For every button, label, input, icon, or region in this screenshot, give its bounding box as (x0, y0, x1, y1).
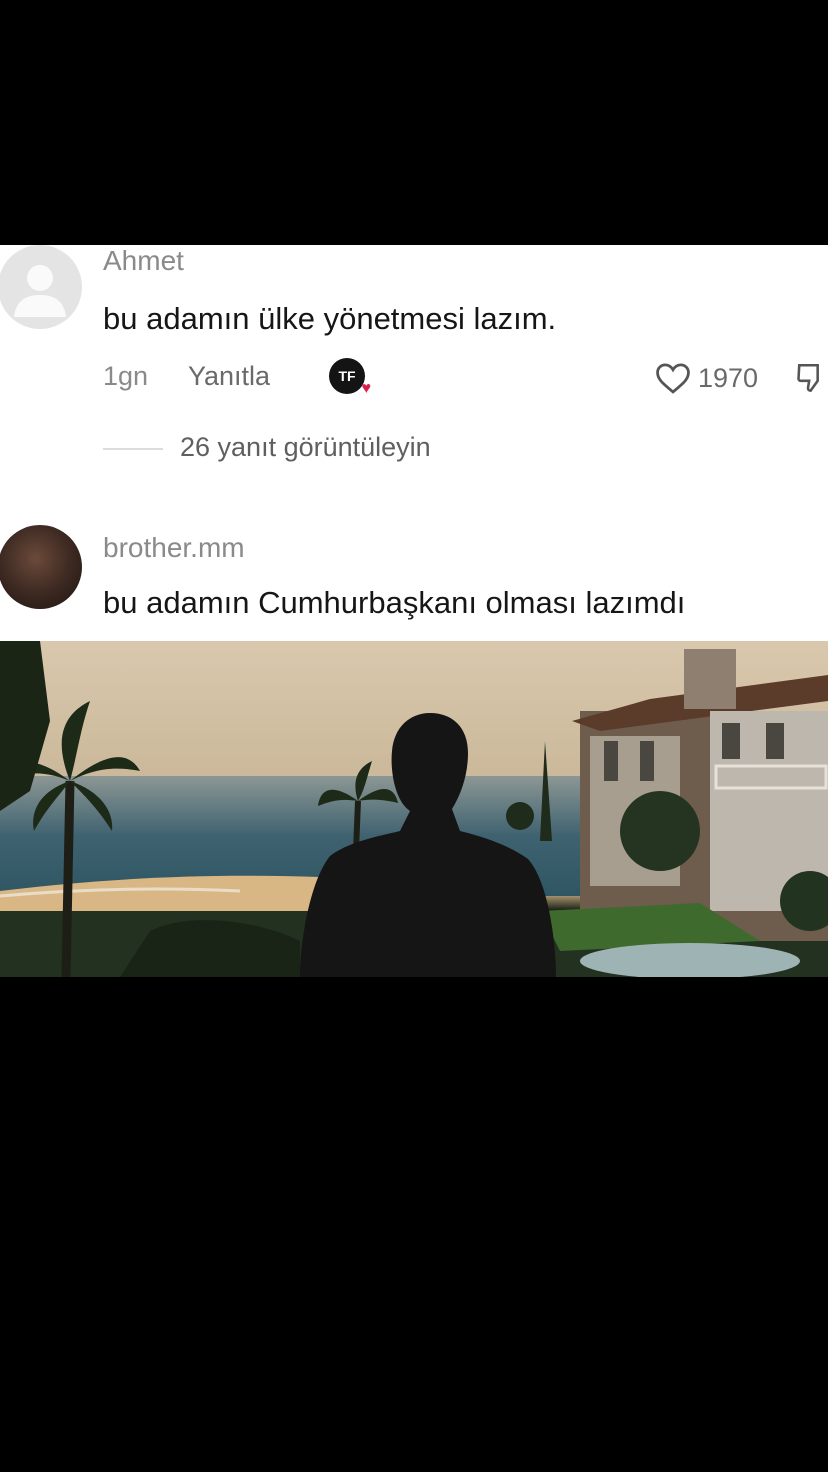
avatar-ahmet[interactable] (0, 245, 82, 329)
heart-icon: ♥ (361, 380, 372, 397)
scene-image (0, 641, 828, 977)
video-frame[interactable] (0, 641, 828, 977)
view-replies-link[interactable]: 26 yanıt görüntüleyin (180, 432, 431, 463)
dislike-icon[interactable] (795, 361, 828, 395)
avatar-brother-mm[interactable] (0, 525, 82, 609)
default-avatar-icon (14, 265, 66, 317)
badge-text: TF (338, 368, 356, 384)
creator-liked-badge: TF ♥ (329, 358, 371, 397)
like-count: 1970 (698, 363, 759, 393)
comment-text: bu adamın Cumhurbaşkanı olması lazımdı (103, 585, 686, 620)
comments-panel: Ahmet bu adamın ülke yönetmesi lazım. 1g… (0, 245, 828, 641)
replies-divider (103, 448, 163, 450)
comment-username[interactable]: brother.mm (103, 532, 245, 564)
comment-time: 1gn (103, 361, 149, 391)
comment-text: bu adamın ülke yönetmesi lazım. (103, 301, 557, 336)
reply-button[interactable]: Yanıtla (188, 361, 270, 392)
comment-username[interactable]: Ahmet (103, 245, 184, 277)
like-heart-icon[interactable] (654, 361, 692, 395)
